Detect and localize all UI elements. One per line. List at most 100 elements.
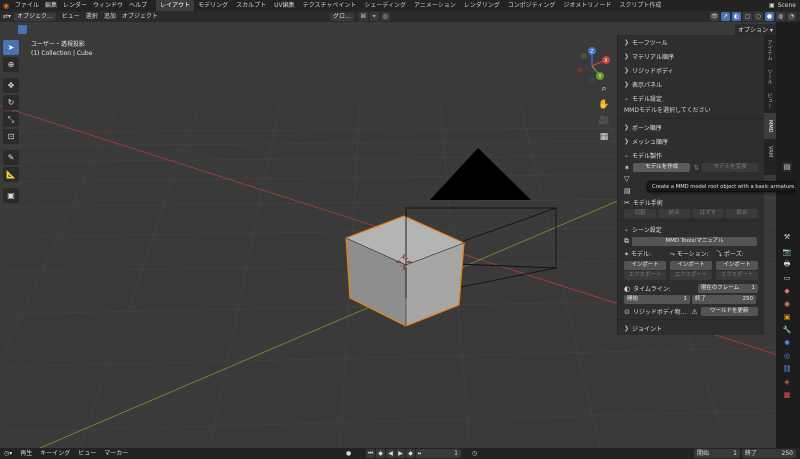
scene-properties-icon[interactable]: ◆ xyxy=(782,286,792,296)
mode-dropdown[interactable]: オブジェク... xyxy=(14,12,56,21)
shading-material-icon[interactable]: ◍ xyxy=(776,12,785,21)
vtab-mmd[interactable]: MMD xyxy=(764,113,776,139)
menu-edit[interactable]: 編集 xyxy=(42,0,60,11)
panel-morph-tools[interactable]: ❯ モーフツール xyxy=(618,35,764,49)
transform-orientation-dropdown[interactable]: グロ... xyxy=(330,12,354,21)
update-world-button[interactable]: ワールドを更新 xyxy=(700,307,758,316)
motion-import-button[interactable]: インポート xyxy=(670,261,712,270)
perspective-grid-icon[interactable]: ▦ xyxy=(598,131,610,143)
start-frame-field[interactable]: 開始 1 xyxy=(624,295,690,304)
tab-modeling[interactable]: モデリング xyxy=(194,0,232,11)
menu-render[interactable]: レンダー xyxy=(60,0,90,11)
panel-display[interactable]: ❯ 表示パネル xyxy=(618,77,764,91)
model-export-button[interactable]: エクスポート xyxy=(624,271,666,280)
panel-bone-order[interactable]: ❯ ボーン順序 xyxy=(618,120,764,134)
vtab-tool[interactable]: ツール xyxy=(764,65,776,87)
tab-compositing[interactable]: コンポジティング xyxy=(504,0,560,11)
menu-select[interactable]: 選択 xyxy=(83,11,101,22)
tab-geometry-nodes[interactable]: ジオメトリノード xyxy=(559,0,615,11)
overlay-toggle-icon[interactable]: ◐ xyxy=(732,12,741,21)
tab-layout[interactable]: レイアウト xyxy=(156,0,195,11)
pan-hand-icon[interactable]: ✋ xyxy=(598,99,610,111)
panel-model-settings[interactable]: ⌄ モデル設定 xyxy=(618,91,764,105)
modifier-properties-icon[interactable]: 🔧 xyxy=(782,325,792,335)
annotate-tool-icon[interactable]: ✎ xyxy=(3,150,19,165)
move-tool-icon[interactable]: ✥ xyxy=(3,78,19,93)
pose-export-button[interactable]: エクスポート xyxy=(716,271,758,280)
menu-file[interactable]: ファイル xyxy=(12,0,42,11)
next-key-icon[interactable]: ◆ xyxy=(406,449,415,458)
play-icon[interactable]: ▶ xyxy=(396,449,405,458)
jump-start-icon[interactable]: ⏮ xyxy=(366,449,375,458)
model-import-button[interactable]: インポート xyxy=(624,261,666,270)
scene-selector[interactable]: ▣ Scene xyxy=(769,0,796,11)
select-mode-invert-icon[interactable] xyxy=(48,25,57,34)
camera-view-icon[interactable]: 🎥 xyxy=(598,115,610,127)
tool-properties-icon[interactable]: ⚒ xyxy=(782,232,792,242)
create-model-button[interactable]: モデルを作成 xyxy=(632,163,691,172)
current-frame-input[interactable]: 1 xyxy=(421,449,461,458)
vtab-item[interactable]: アイテム xyxy=(764,35,776,65)
tab-animation[interactable]: アニメーション xyxy=(410,0,460,11)
convert-model-button[interactable]: モデルを変換 xyxy=(702,163,758,172)
visibility-icon[interactable]: 👁 xyxy=(710,12,719,21)
output-properties-icon[interactable]: 🖶 xyxy=(782,260,792,270)
panel-joints[interactable]: ❯ ジョイント xyxy=(618,321,764,335)
render-properties-icon[interactable]: 📷 xyxy=(782,247,792,257)
menu-help[interactable]: ヘルプ xyxy=(126,0,150,11)
scale-tool-icon[interactable]: ⤡ xyxy=(3,112,19,127)
world-properties-icon[interactable]: ◉ xyxy=(782,299,792,309)
select-mode-intersect-icon[interactable] xyxy=(58,25,67,34)
transform-tool-icon[interactable]: ⊡ xyxy=(3,129,19,144)
select-tool-icon[interactable]: ➤ xyxy=(3,40,19,55)
constraints-icon[interactable]: ⛓ xyxy=(782,364,792,374)
tab-sculpt[interactable]: スカルプト xyxy=(232,0,270,11)
snap-icon[interactable]: ⌖ xyxy=(369,12,379,21)
options-dropdown[interactable]: オプション ▾ xyxy=(735,24,776,35)
editor-type-icon[interactable]: ⇄▾ xyxy=(0,11,14,22)
tab-rendering[interactable]: レンダリング xyxy=(460,0,504,11)
panel-material-order[interactable]: ❯ マテリアル順序 xyxy=(618,49,764,63)
material-properties-icon[interactable]: ▩ xyxy=(782,390,792,400)
prev-key-icon[interactable]: ◆ xyxy=(376,449,385,458)
particles-icon[interactable]: ✺ xyxy=(782,338,792,348)
shading-solid-icon[interactable]: ● xyxy=(765,12,774,21)
menu-marker[interactable]: マーカー xyxy=(100,448,132,459)
select-mode-extend-icon[interactable] xyxy=(28,25,37,34)
select-mode-set-icon[interactable] xyxy=(18,25,27,34)
physics-icon[interactable]: ◎ xyxy=(782,351,792,361)
timeline-editor-icon[interactable]: ◷▾ xyxy=(0,448,16,459)
gizmo-toggle-icon[interactable]: ↗ xyxy=(721,12,730,21)
timeline-end-field[interactable]: 終了 250 xyxy=(742,449,796,458)
blender-logo-icon[interactable]: ◉ xyxy=(0,0,12,11)
split-button[interactable]: 切割 xyxy=(624,209,656,218)
shading-wireframe-icon[interactable]: ○ xyxy=(754,12,763,21)
timeline-start-field[interactable]: 開始 1 xyxy=(694,449,740,458)
menu-view[interactable]: ビュー xyxy=(59,11,83,22)
add-cube-tool-icon[interactable]: ▣ xyxy=(3,188,19,203)
panel-rigid-body[interactable]: ❯ リジッドボディ xyxy=(618,63,764,77)
shading-rendered-icon[interactable]: ◔ xyxy=(787,12,796,21)
editor-type-icon[interactable]: ▤ xyxy=(782,162,792,172)
tab-scripting[interactable]: スクリプト作成 xyxy=(615,0,665,11)
panel-mesh-order[interactable]: ❯ メッシュ順序 xyxy=(618,134,764,148)
rotate-tool-icon[interactable]: ↻ xyxy=(3,95,19,110)
menu-keying[interactable]: キーイング xyxy=(36,448,74,459)
play-reverse-icon[interactable]: ◀ xyxy=(386,449,395,458)
menu-timeline-view[interactable]: ビュー xyxy=(74,448,100,459)
zoom-icon[interactable]: ⌕ xyxy=(598,83,610,95)
record-icon[interactable]: ● xyxy=(342,448,355,459)
select-mode-subtract-icon[interactable] xyxy=(38,25,47,34)
xray-icon[interactable]: ▢ xyxy=(743,12,752,21)
menu-window[interactable]: ウィンドウ xyxy=(90,0,126,11)
merge-button[interactable]: 統合 xyxy=(726,209,758,218)
view-layer-icon[interactable]: ▭ xyxy=(782,273,792,283)
object-properties-icon[interactable]: ▣ xyxy=(782,312,792,322)
cursor-tool-icon[interactable]: ⊕ xyxy=(3,57,19,72)
navigation-gizmo[interactable]: X Y Z xyxy=(572,46,612,86)
panel-model-production[interactable]: ⌄ モデル製作 xyxy=(618,148,764,162)
panel-scene-settings[interactable]: ⌄ シーン設定 xyxy=(618,222,764,236)
measure-tool-icon[interactable]: 📐 xyxy=(3,167,19,182)
join-button[interactable]: 結合 xyxy=(658,209,690,218)
motion-export-button[interactable]: エクスポート xyxy=(670,271,712,280)
